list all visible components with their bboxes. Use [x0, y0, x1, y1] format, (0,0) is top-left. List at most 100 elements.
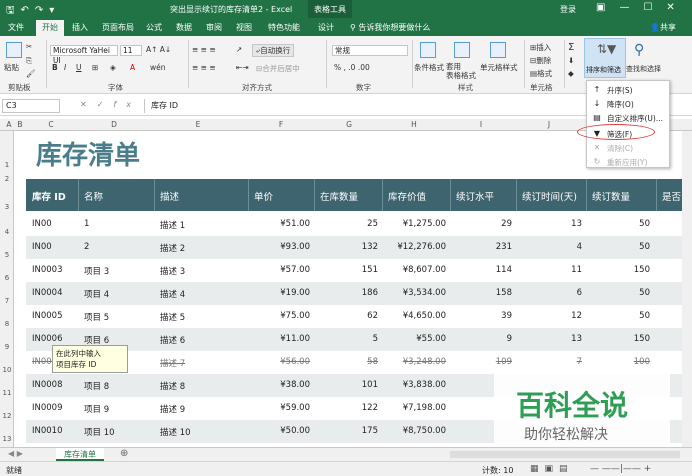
- column-header-A[interactable]: A: [4, 120, 14, 129]
- column-header-E[interactable]: E: [152, 120, 244, 129]
- cell-style-icon[interactable]: [490, 42, 506, 58]
- tab-page-layout[interactable]: 页面布局: [102, 22, 134, 33]
- cell-id[interactable]: IN0004: [32, 288, 78, 298]
- cell-stock-qty[interactable]: 62: [318, 311, 378, 321]
- cell-reorder-days[interactable]: 11: [520, 265, 582, 275]
- name-box[interactable]: C3: [2, 99, 60, 113]
- cell-id[interactable]: IN0009: [32, 403, 78, 413]
- cell-stock-value[interactable]: ¥4,650.00: [386, 311, 446, 321]
- delete-cells-button[interactable]: ⊟删除: [530, 55, 551, 66]
- header-stock-qty[interactable]: 在库数量: [320, 189, 358, 203]
- cell-price[interactable]: ¥51.00: [252, 219, 310, 229]
- cell-id[interactable]: IN00: [32, 242, 78, 252]
- formula-icons[interactable]: ✕✓fx: [80, 100, 141, 109]
- align-left-icon[interactable]: ≡ ≡ ≡: [192, 63, 216, 72]
- cut-icon[interactable]: ✂: [26, 42, 32, 51]
- row-header[interactable]: 11: [0, 389, 14, 397]
- cell-reorder-qty[interactable]: 150: [590, 265, 650, 275]
- column-header-H[interactable]: H: [380, 120, 448, 129]
- cell-stock-value[interactable]: ¥8,750.00: [386, 426, 446, 436]
- cell-name[interactable]: 2: [84, 242, 150, 252]
- cell-price[interactable]: ¥56.00: [252, 357, 310, 367]
- menu-sort-ascending[interactable]: ↑ 升序(S): [587, 83, 671, 97]
- orientation-icon[interactable]: ↗: [236, 45, 242, 54]
- cell-stock-value[interactable]: ¥3,838.00: [386, 380, 446, 390]
- menu-custom-sort[interactable]: ▤ 自定义排序(U)...: [587, 111, 671, 125]
- vertical-scrollbar[interactable]: [682, 131, 692, 447]
- cell-price[interactable]: ¥93.00: [252, 242, 310, 252]
- zoom-slider[interactable]: — ——|—— +: [590, 464, 651, 474]
- font-color-icon[interactable]: A: [130, 63, 135, 72]
- wrap-text-button[interactable]: ⤶自动换行: [252, 44, 295, 57]
- cell-stock-qty[interactable]: 151: [318, 265, 378, 275]
- sheet-title[interactable]: 库存清单: [36, 135, 140, 172]
- row-header[interactable]: 3: [0, 203, 14, 211]
- currency-icon[interactable]: % , .0 .00: [334, 63, 370, 72]
- header-discontinued[interactable]: 是否: [662, 189, 681, 203]
- sheet-tab-inventory[interactable]: 库存清单: [56, 448, 104, 461]
- row-header[interactable]: 5: [0, 251, 14, 259]
- font-size-select[interactable]: 11: [120, 45, 142, 56]
- cell-description[interactable]: 描述 1: [160, 219, 244, 231]
- format-as-table-button[interactable]: 套用 表格格式: [446, 62, 476, 80]
- cell-id[interactable]: IN0008: [32, 380, 78, 390]
- login-button[interactable]: 登录: [560, 4, 576, 15]
- horizontal-scrollbar[interactable]: [450, 451, 680, 458]
- tab-review[interactable]: 审阅: [206, 22, 222, 33]
- header-id[interactable]: 库存 ID: [32, 189, 66, 203]
- column-header-D[interactable]: D: [76, 120, 152, 129]
- cell-id[interactable]: IN0006: [32, 334, 78, 344]
- cell-id[interactable]: IN0003: [32, 265, 78, 275]
- cell-name[interactable]: 项目 10: [84, 426, 150, 438]
- format-painter-icon[interactable]: 🖌: [26, 69, 36, 78]
- cell-stock-qty[interactable]: 186: [318, 288, 378, 298]
- row-header[interactable]: 9: [0, 343, 14, 351]
- tab-features[interactable]: 特色功能: [268, 22, 300, 33]
- column-header-C[interactable]: C: [26, 120, 76, 129]
- paste-icon[interactable]: [6, 42, 22, 58]
- cell-stock-value[interactable]: ¥8,607.00: [386, 265, 446, 275]
- tab-design[interactable]: 设计: [318, 22, 334, 33]
- format-cells-button[interactable]: ▤格式: [530, 68, 552, 79]
- row-header[interactable]: 10: [0, 366, 14, 374]
- row-header[interactable]: 2: [0, 175, 14, 183]
- header-name[interactable]: 名称: [84, 189, 103, 203]
- share-button[interactable]: 👤共享: [650, 22, 676, 33]
- cell-reorder-level[interactable]: 114: [454, 265, 512, 275]
- copy-icon[interactable]: ⎘: [26, 56, 32, 66]
- cell-reorder-days[interactable]: 12: [520, 311, 582, 321]
- insert-cells-button[interactable]: ⊞插入: [530, 42, 551, 53]
- cell-reorder-level[interactable]: 29: [454, 219, 512, 229]
- cell-reorder-level[interactable]: 158: [454, 288, 512, 298]
- cell-reorder-level[interactable]: 9: [454, 334, 512, 344]
- cell-reorder-days[interactable]: 4: [520, 242, 582, 252]
- add-sheet-icon[interactable]: ⊕: [120, 448, 128, 459]
- cell-name[interactable]: 项目 5: [84, 311, 150, 323]
- tab-data[interactable]: 数据: [176, 22, 192, 33]
- cell-name[interactable]: 项目 3: [84, 265, 150, 277]
- header-description[interactable]: 描述: [160, 189, 179, 203]
- number-format-select[interactable]: 常规: [332, 45, 408, 56]
- fill-color-icon[interactable]: ◈: [110, 63, 116, 72]
- row-header[interactable]: 4: [0, 228, 14, 236]
- column-header-J[interactable]: J: [514, 120, 584, 129]
- cell-description[interactable]: 描述 7: [160, 357, 244, 369]
- cell-description[interactable]: 描述 8: [160, 380, 244, 392]
- underline-icon[interactable]: U: [76, 63, 82, 72]
- conditional-format-button[interactable]: 条件格式: [414, 62, 444, 73]
- font-name-select[interactable]: Microsoft YaHei UI: [50, 45, 118, 65]
- cell-price[interactable]: ¥57.00: [252, 265, 310, 275]
- cell-price[interactable]: ¥59.00: [252, 403, 310, 413]
- cell-reorder-level[interactable]: 39: [454, 311, 512, 321]
- cell-stock-qty[interactable]: 25: [318, 219, 378, 229]
- view-mode-icons[interactable]: ▦▣▤: [530, 464, 574, 474]
- header-price[interactable]: 单价: [254, 189, 273, 203]
- menu-reapply[interactable]: ↻ 重新应用(Y): [587, 155, 671, 169]
- cell-id[interactable]: IN0010: [32, 426, 78, 436]
- cell-reorder-qty[interactable]: 50: [590, 311, 650, 321]
- tab-file[interactable]: 文件: [8, 22, 24, 33]
- column-header-I[interactable]: I: [448, 120, 514, 129]
- cell-price[interactable]: ¥19.00: [252, 288, 310, 298]
- cell-stock-qty[interactable]: 5: [318, 334, 378, 344]
- cell-reorder-level[interactable]: 231: [454, 242, 512, 252]
